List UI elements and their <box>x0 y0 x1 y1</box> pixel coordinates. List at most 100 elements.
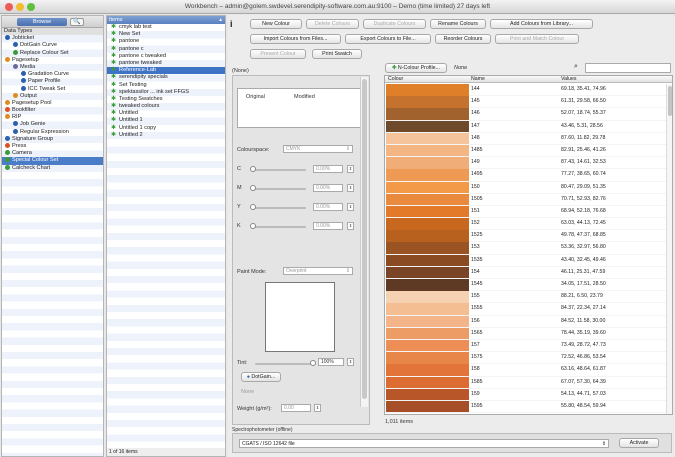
weight-input[interactable]: 0.00 <box>281 404 311 412</box>
table-row[interactable]: 158 63.16, 48.64, 61.87 <box>385 364 672 377</box>
nav-item[interactable]: Replace Colour Set <box>2 50 103 57</box>
table-row[interactable]: 152 63.03, 44.13, 72.45 <box>385 218 672 231</box>
list-item[interactable]: ✱ Set Testing <box>107 82 225 89</box>
table-row[interactable]: 159 54.13, 44.71, 57.03 <box>385 388 672 401</box>
col-name[interactable]: Name <box>471 76 485 83</box>
delete-colours-button[interactable]: Delete Colours <box>306 19 359 29</box>
present-colour-button[interactable]: Present Colour <box>250 49 306 59</box>
print-swatch-button[interactable]: Print Swatch <box>312 49 362 59</box>
new-colour-button[interactable]: New Colour <box>250 19 302 29</box>
list-item[interactable]: ✱ pantone c tweaked <box>107 53 225 60</box>
n-colour-profile-button[interactable]: ✚ N-Colour Profile... <box>385 63 447 73</box>
table-row[interactable]: 1575 72.52, 46.86, 53.54 <box>385 352 672 365</box>
colourspace-select[interactable]: CMYK ⇕ <box>283 145 353 153</box>
nav-item[interactable]: Job Genie <box>2 121 103 128</box>
nav-item[interactable]: DotGain Curve <box>2 42 103 49</box>
table-row[interactable]: 148 87.60, 11.82, 29.78 <box>385 132 672 145</box>
channel-m-knob[interactable] <box>250 185 256 191</box>
print-and-match-colour-button[interactable]: Print and Match Colour <box>495 34 579 44</box>
table-row[interactable]: 1545 34.05, 17.51, 28.50 <box>385 279 672 292</box>
channel-m-stepper[interactable]: ⇕ <box>347 184 354 192</box>
channel-y-knob[interactable] <box>250 204 256 210</box>
table-row[interactable]: 147 43.46, 5.31, 28.56 <box>385 120 672 133</box>
channel-c-slider[interactable] <box>251 169 306 171</box>
nav-item[interactable]: Media <box>2 64 103 71</box>
channel-m-slider[interactable] <box>251 188 306 190</box>
paint-mode-select[interactable]: Overprint ⇕ <box>283 267 353 275</box>
list-item[interactable]: ✱ Untitled 1 copy <box>107 125 225 132</box>
channel-y-stepper[interactable]: ⇕ <box>347 203 354 211</box>
table-scrollbar[interactable] <box>666 84 672 414</box>
tint-slider[interactable] <box>255 363 313 365</box>
nav-item[interactable]: Pagesetup <box>2 57 103 64</box>
search-icon[interactable]: 🔍 <box>70 18 84 26</box>
table-row[interactable]: 149 87.43, 14.61, 32.53 <box>385 157 672 170</box>
nav-item[interactable]: Output <box>2 93 103 100</box>
editor-scrollbar[interactable] <box>360 77 368 407</box>
export-colours-to-file-button[interactable]: Export Colours to File... <box>345 34 431 44</box>
col-colour[interactable]: Colour <box>388 76 403 83</box>
channel-c-stepper[interactable]: ⇕ <box>347 165 354 173</box>
table-row[interactable]: 157 73.49, 28.72, 47.73 <box>385 339 672 353</box>
tint-stepper[interactable]: ⇕ <box>347 358 354 366</box>
nav-item[interactable]: Signature Group <box>2 136 103 143</box>
nav-item[interactable]: Bookfilter <box>2 107 103 114</box>
list-item[interactable]: ✱ pantone c <box>107 46 225 53</box>
table-row[interactable]: 146 52.07, 18.74, 55.37 <box>385 108 672 121</box>
weight-stepper[interactable]: ⇕ <box>314 404 321 412</box>
nav-item[interactable]: Calcheck Chart <box>2 165 103 172</box>
table-row[interactable]: 1555 84.37, 22.34, 27.14 <box>385 303 672 316</box>
list-item[interactable]: ✱ Untitled 1 <box>107 117 225 124</box>
table-row[interactable]: 1505 70.71, 52.93, 82.76 <box>385 193 672 206</box>
nav-item[interactable]: Pagesetup Pool <box>2 100 103 107</box>
table-row[interactable]: 1495 77.27, 38.65, 60.74 <box>385 169 672 182</box>
table-row[interactable]: 155 88.21, 6.50, 23.79 <box>385 291 672 304</box>
nav-item[interactable]: ICC Tweak Set <box>2 86 103 93</box>
channel-k-stepper[interactable]: ⇕ <box>347 222 354 230</box>
import-colours-from-files-button[interactable]: Import Colours from Files... <box>250 34 341 44</box>
nav-item[interactable]: Jobticket <box>2 35 103 42</box>
list-item[interactable]: ✱ Untitled 2 <box>107 132 225 139</box>
table-row[interactable]: 145 61.31, 29.58, 66.50 <box>385 96 672 109</box>
col-values[interactable]: Values <box>561 76 576 83</box>
nav-item[interactable]: Press <box>2 143 103 150</box>
channel-c-input[interactable]: 0.00% <box>313 165 343 173</box>
editor-scrollbar-thumb[interactable] <box>362 79 367 399</box>
nav-item[interactable]: Paper Profile <box>2 78 103 85</box>
tint-input[interactable]: 100% <box>318 358 344 366</box>
table-row[interactable]: 1535 43.40, 32.45, 49.46 <box>385 254 672 267</box>
table-row[interactable]: 144 69.18, 35.41, 74.96 <box>385 84 672 97</box>
table-row[interactable]: 154 46.11, 25.31, 47.59 <box>385 266 672 279</box>
tint-slider-knob[interactable] <box>310 360 316 366</box>
table-row[interactable]: 1525 49.78, 47.37, 68.85 <box>385 230 672 243</box>
channel-m-input[interactable]: 0.00% <box>313 184 343 192</box>
table-row[interactable]: 153 53.36, 32.97, 56.80 <box>385 242 672 255</box>
rename-colours-button[interactable]: Rename Colours <box>430 19 486 29</box>
table-row[interactable]: 1595 55.80, 48.54, 59.94 <box>385 400 672 414</box>
channel-y-slider[interactable] <box>251 207 306 209</box>
channel-y-input[interactable]: 0.00% <box>313 203 343 211</box>
table-row[interactable]: 151 68.94, 52.18, 76.68 <box>385 205 672 219</box>
table-row[interactable]: 1585 67.07, 57.30, 64.39 <box>385 376 672 389</box>
channel-c-knob[interactable] <box>250 166 256 172</box>
tab-browse[interactable]: Browse <box>17 18 67 26</box>
table-row[interactable]: 1565 78.44, 35.19, 39.60 <box>385 327 672 340</box>
duplicate-colours-button[interactable]: Duplicate Colours <box>363 19 426 29</box>
dotgain-button[interactable]: ● DotGain... <box>241 372 281 382</box>
table-row[interactable]: 156 84.52, 11.58, 30.00 <box>385 315 672 328</box>
list-item[interactable]: ✱ Testing Swatches <box>107 96 225 103</box>
list-item[interactable]: ✱ spektassilor ... ink set FFGS <box>107 89 225 96</box>
nav-item[interactable]: Special Colour Set <box>2 157 103 165</box>
add-colours-from-library-button[interactable]: Add Colours from Library... <box>490 19 593 29</box>
channel-k-knob[interactable] <box>250 223 256 229</box>
reorder-colours-button[interactable]: Reorder Colours <box>435 34 491 44</box>
activate-button[interactable]: Activate <box>619 438 659 448</box>
channel-k-input[interactable]: 0.00% <box>313 222 343 230</box>
table-row[interactable]: 1485 82.91, 25.46, 41.26 <box>385 144 672 158</box>
list-item[interactable]: ✱ pantone <box>107 38 225 45</box>
table-row[interactable]: 150 80.47, 29.09, 51.35 <box>385 181 672 194</box>
list-item[interactable]: ✱ serendipity specials <box>107 74 225 81</box>
colour-search-input[interactable] <box>585 63 671 73</box>
nav-item[interactable]: Regular Expression <box>2 129 103 136</box>
nav-item[interactable]: Gradation Curve <box>2 71 103 78</box>
